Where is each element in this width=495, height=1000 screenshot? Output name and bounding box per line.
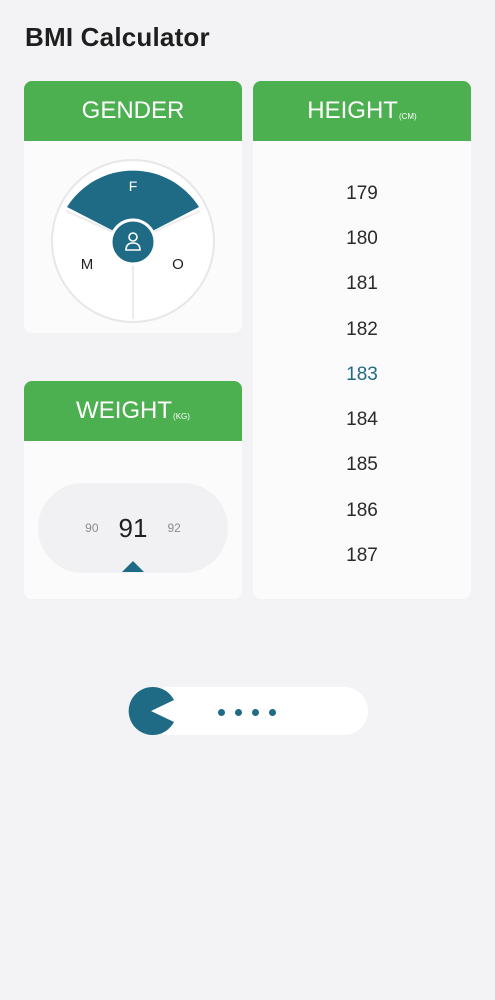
weight-unit: (KG): [173, 411, 190, 421]
loader-dots: [218, 709, 276, 716]
gender-option-female[interactable]: F: [129, 178, 138, 194]
gender-card: GENDER F M O: [24, 81, 242, 333]
gender-dial[interactable]: F M O: [51, 159, 215, 323]
loader-dot: [218, 709, 225, 716]
height-option[interactable]: 179: [253, 171, 471, 216]
height-option-selected[interactable]: 183: [253, 352, 471, 397]
weight-next-value[interactable]: 92: [167, 521, 180, 535]
height-card: HEIGHT (CM) 179 180 181 182 183 184 185 1…: [253, 81, 471, 599]
gender-option-male[interactable]: M: [81, 256, 94, 273]
weight-picker[interactable]: 90 91 92: [38, 483, 228, 573]
pacman-icon[interactable]: [126, 686, 176, 736]
app-title: BMI Calculator: [25, 22, 210, 52]
person-icon: [109, 218, 157, 266]
height-option[interactable]: 185: [253, 443, 471, 488]
height-header-label: HEIGHT: [307, 97, 398, 124]
gender-option-other[interactable]: O: [172, 256, 184, 273]
weight-header-label: WEIGHT: [76, 397, 173, 424]
weight-header: WEIGHT (KG): [24, 381, 242, 441]
height-unit: (CM): [398, 111, 417, 121]
gender-header: GENDER: [24, 81, 242, 141]
height-option[interactable]: 181: [253, 262, 471, 307]
weight-current-value: 91: [118, 512, 148, 543]
height-option[interactable]: 184: [253, 397, 471, 442]
height-option[interactable]: 180: [253, 216, 471, 261]
gender-header-label: GENDER: [81, 97, 185, 124]
weight-card: WEIGHT (KG) 90 91 92: [24, 381, 242, 599]
height-picker[interactable]: 179 180 181 182 183 184 185 186 187: [253, 171, 471, 579]
weight-prev-value[interactable]: 90: [85, 521, 98, 535]
loader-dot: [235, 709, 242, 716]
weight-pointer-icon: [122, 561, 144, 572]
loader-dot: [252, 709, 259, 716]
height-header: HEIGHT (CM): [253, 81, 471, 141]
height-option[interactable]: 186: [253, 488, 471, 533]
height-option[interactable]: 182: [253, 307, 471, 352]
loader-dot: [269, 709, 276, 716]
height-option[interactable]: 187: [253, 533, 471, 578]
